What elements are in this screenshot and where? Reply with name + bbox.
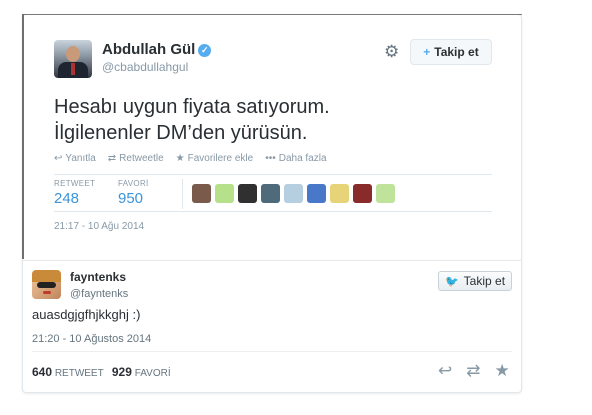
retweet-stat-label: RETWEET [54,368,104,379]
favorite-label: Favorilere ekle [187,153,254,164]
favoriter-avatar[interactable] [307,184,326,203]
favoriter-avatar[interactable] [330,184,349,203]
person-plus-icon: + [423,45,431,59]
twitter-bird-icon: 🐦 [444,275,459,288]
tweet-date[interactable]: 21:20 - 10 Ağustos 2014 [32,333,151,345]
favoriter-avatar[interactable] [261,184,280,203]
favorite-count: 929 [111,365,132,379]
author-handle[interactable]: @cbabdullahgul [102,60,188,74]
tweet-text: Hesabı uygun fiyata satıyorum. İlgilenen… [54,94,330,146]
retweet-count: 248 [54,190,80,207]
retweet-stat[interactable]: 640 RETWEET [32,365,104,379]
favoriter-avatar[interactable] [238,184,257,203]
reply-icon[interactable]: ↩ [438,361,452,381]
reply-label: Yanıtla [65,153,96,164]
favoriter-avatar[interactable] [284,184,303,203]
tweet-text-line1: Hesabı uygun fiyata satıyorum. [54,96,330,118]
star-icon[interactable]: ★ [495,361,510,381]
reply-action[interactable]: ↩ Yanıtla [54,153,96,164]
stat-divider [182,179,183,209]
tweet-stats: RETWEET 248 FAVORİ 950 [54,174,492,212]
avatar[interactable] [32,270,61,299]
screenshot-left-border [22,14,24,259]
avatar[interactable] [54,40,92,78]
author-name-text: Abdullah Gül [102,41,196,58]
gear-icon[interactable]: ⚙ [384,42,399,62]
retweet-label: Retweetle [119,153,164,164]
favorite-stat-label: FAVORİ [134,368,171,379]
follow-button[interactable]: 🐦 Takip et [438,271,512,291]
tweet-text: auasdgjgfhjkkghj :) [32,307,141,322]
follow-button-label: Takip et [434,45,479,59]
favoriter-avatar[interactable] [353,184,372,203]
screenshot-top-border [22,14,522,15]
retweet-icon[interactable]: ⇄ [466,361,480,381]
favoriter-avatars [192,184,395,203]
retweet-action[interactable]: ⇄ Retweetle [108,153,164,164]
author-name[interactable]: fayntenks [70,270,126,284]
tweet-actions: ↩ Yanıtla ⇄ Retweetle ★ Favorilere ekle •••… [54,153,327,164]
author-name[interactable]: Abdullah Gül ✓ [102,41,212,58]
more-action[interactable]: ••• Daha fazla [265,153,326,164]
embedded-tweet: Abdullah Gül ✓ @cbabdullahgul ⚙ + Takip e… [32,22,510,250]
favoriter-avatar[interactable] [192,184,211,203]
retweet-stat[interactable]: RETWEET 248 [54,179,95,207]
tweet-actions: ↩ ⇄ ★ [438,361,510,381]
retweet-count: 640 [32,365,53,379]
divider [32,351,512,352]
follow-button[interactable]: + Takip et [410,39,492,65]
favorite-stat[interactable]: 929 FAVORİ [111,365,171,379]
favorite-stat[interactable]: FAVORİ 950 [118,179,149,207]
tweet-stats: 640 RETWEET 929 FAVORİ [32,365,171,379]
reply-icon: ↩ [54,153,63,164]
favorite-count: 950 [118,190,144,207]
divider [22,260,522,261]
favorite-stat-label: FAVORİ [118,179,149,188]
tweet-text-line2: İlgilenenler DM’den yürüsün. [54,122,308,144]
follow-button-label: Takip et [463,274,506,288]
retweet-icon: ⇄ [107,153,117,164]
favoriter-avatar[interactable] [215,184,234,203]
more-label: Daha fazla [278,153,327,164]
tweet-date[interactable]: 21:17 - 10 Ağu 2014 [54,221,144,232]
star-icon: ★ [175,153,185,164]
retweet-stat-label: RETWEET [54,179,96,188]
favorite-action[interactable]: ★ Favorilere ekle [176,153,254,164]
verified-icon: ✓ [198,44,212,57]
author-handle[interactable]: @fayntenks [70,288,128,300]
favoriter-avatar[interactable] [376,184,395,203]
more-icon: ••• [265,153,276,164]
